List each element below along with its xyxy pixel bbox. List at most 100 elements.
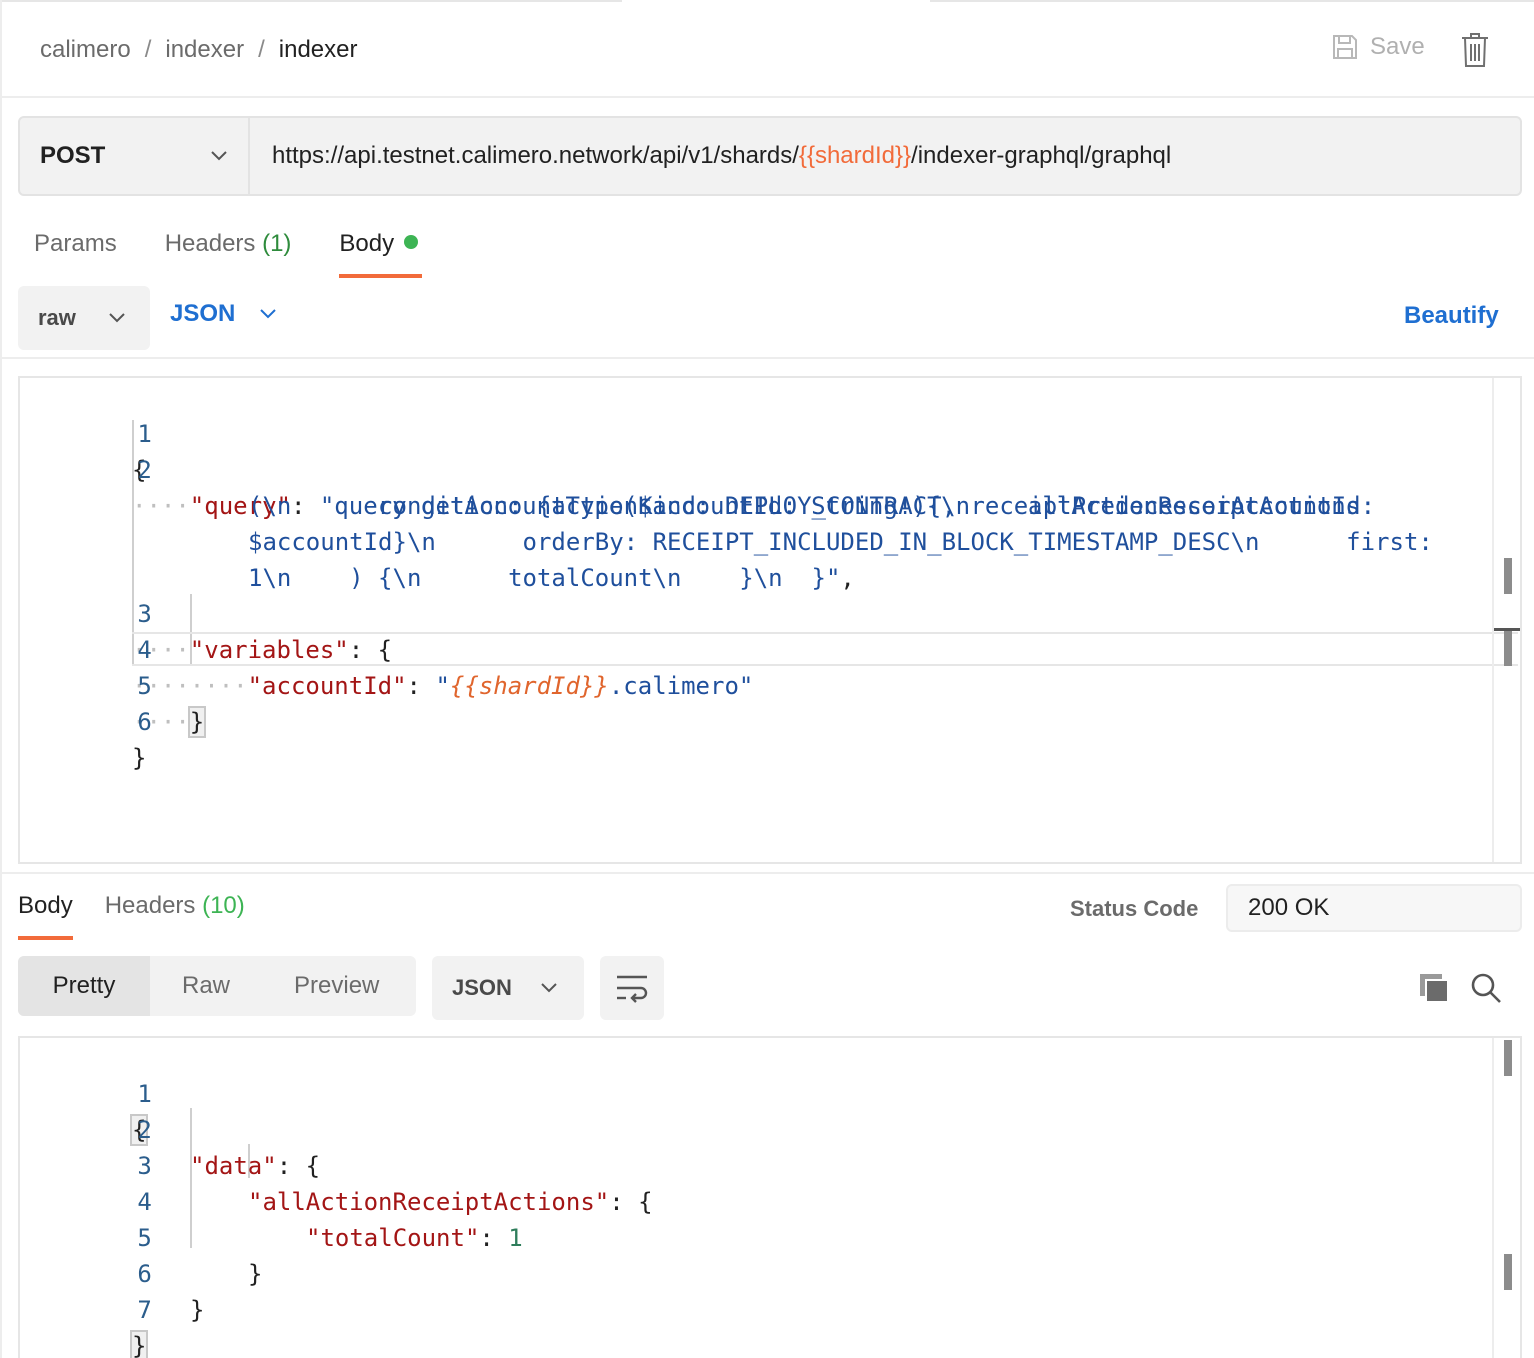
line-number: 6: [137, 1260, 152, 1288]
breadcrumb: calimero / indexer / indexer: [40, 36, 357, 64]
request-header: calimero / indexer / indexer Save: [2, 2, 1534, 98]
json-punct: : {: [609, 1188, 653, 1216]
url-variable: {{shardId}}: [798, 142, 912, 169]
body-mode-dropdown[interactable]: raw: [18, 286, 150, 350]
code-line: 1 {: [20, 380, 152, 484]
divider: [2, 357, 1534, 359]
json-string-wrap: 1\n ) {\n totalCount\n }\n }": [248, 564, 841, 592]
headers-count: (1): [262, 230, 292, 257]
line-number: 3: [137, 600, 152, 628]
matched-bracket: }: [187, 706, 207, 738]
editor-scrollbar-track[interactable]: [1492, 378, 1494, 862]
line-number: 1: [137, 420, 152, 448]
breadcrumb-separator: /: [144, 36, 152, 63]
body-mode-label: raw: [38, 305, 76, 330]
tab-headers-label: Headers: [164, 230, 256, 257]
code-line: 4 ········"accountId": "{{shardId}}.cali…: [20, 596, 753, 700]
tab-body[interactable]: Body: [339, 230, 422, 278]
url-input[interactable]: https://api.testnet.calimero.network/api…: [250, 118, 1520, 194]
search-icon[interactable]: [1470, 972, 1502, 1004]
response-tab-body[interactable]: Body: [18, 892, 73, 940]
breadcrumb-separator: /: [258, 36, 265, 63]
json-colon: :: [479, 1224, 509, 1252]
json-punct: : {: [276, 1152, 321, 1180]
json-string-quote: ": [435, 672, 450, 700]
line-number: 2: [137, 1116, 152, 1144]
beautify-button[interactable]: Beautify: [1404, 302, 1499, 330]
scrollbar-marker: [1504, 630, 1512, 666]
line-number: 5: [137, 672, 152, 700]
body-language-label: JSON: [170, 300, 236, 327]
code-text: "totalCount": 1: [306, 1220, 523, 1256]
wrap-lines-icon: [617, 975, 648, 1003]
json-string: .calimero": [608, 672, 754, 700]
matched-bracket: }: [129, 1330, 149, 1358]
json-comma: ,: [840, 564, 855, 592]
json-string-wrap: $accountId}\n orderBy: RECEIPT_INCLUDED_…: [248, 528, 1433, 556]
chevron-down-icon: [211, 151, 227, 161]
method-dropdown[interactable]: POST: [20, 118, 250, 194]
request-body-editor[interactable]: 1 { 2 ····"query": "query getAccountType…: [18, 376, 1522, 864]
code-line: 1 {: [20, 1040, 152, 1146]
left-border: [0, 0, 2, 1358]
url-bar: POST https://api.testnet.calimero.networ…: [18, 116, 1522, 196]
code-line-wrapped: $accountId}\n orderBy: RECEIPT_INCLUDED_…: [20, 488, 1433, 556]
response-view-mode: Pretty Raw Preview: [18, 956, 416, 1016]
response-format-dropdown[interactable]: JSON: [432, 956, 584, 1020]
code-line-wrapped: (\n condition: {actionKind: DEPLOY_CONTR…: [20, 452, 1375, 520]
scrollbar-thumb[interactable]: [1504, 558, 1512, 594]
line-number: 1: [137, 1080, 152, 1108]
code-text: ········"accountId": "{{shardId}}.calime…: [132, 672, 754, 700]
url-suffix: /indexer-graphql/graphql: [911, 142, 1172, 169]
request-tabs: Params Headers (1) Body: [34, 230, 422, 278]
breadcrumb-item-workspace[interactable]: calimero: [40, 36, 131, 64]
scrollbar-thumb[interactable]: [1504, 1040, 1512, 1076]
viewer-scrollbar-track[interactable]: [1492, 1038, 1494, 1358]
response-headers-count: (10): [202, 892, 245, 919]
method-label: POST: [40, 142, 106, 169]
tab-params[interactable]: Params: [34, 230, 117, 278]
tab-params-label: Params: [34, 230, 117, 257]
line-number: 7: [137, 1296, 152, 1324]
line-number: 6: [137, 708, 152, 736]
line-number: 3: [137, 1152, 152, 1180]
status-code-value: 200 OK: [1226, 884, 1522, 932]
save-label: Save: [1370, 33, 1425, 60]
view-raw[interactable]: Raw: [182, 956, 230, 1016]
code-text: }: [132, 744, 147, 772]
breadcrumb-current-request[interactable]: indexer: [279, 36, 358, 64]
line-number: 4: [137, 1188, 152, 1216]
body-language-dropdown[interactable]: JSON: [170, 300, 277, 328]
response-tab-headers-label: Headers: [104, 892, 196, 919]
cursor-position-marker: [1494, 628, 1520, 631]
code-line: 5 ····}: [20, 632, 207, 738]
code-text: ····"variables": {: [132, 636, 393, 664]
code-line: 4 "totalCount": 1: [20, 1148, 522, 1252]
code-line: 7 }: [20, 1256, 152, 1358]
code-text: }: [190, 1296, 205, 1324]
code-line: 3 "allActionReceiptActions": {: [20, 1112, 652, 1216]
tab-body-label: Body: [339, 230, 395, 257]
view-preview[interactable]: Preview: [294, 956, 379, 1016]
response-body-viewer[interactable]: 1 { 2 "data": { 3 "allActionReceiptActio…: [18, 1036, 1522, 1358]
json-number: 1: [508, 1224, 523, 1252]
trash-icon[interactable]: [1460, 32, 1490, 68]
json-key: "data": [190, 1152, 277, 1180]
line-number: 2: [137, 456, 152, 484]
view-pretty[interactable]: Pretty: [18, 956, 150, 1016]
save-button[interactable]: Save: [1330, 32, 1425, 62]
template-variable: {{shardId}}: [449, 672, 609, 700]
response-tabs: Body Headers (10): [18, 892, 245, 940]
code-text: "allActionReceiptActions": {: [248, 1184, 653, 1220]
wrap-lines-button[interactable]: [600, 956, 664, 1020]
code-line: 2 "data": {: [20, 1076, 320, 1180]
json-punct: : {: [348, 636, 393, 664]
save-icon: [1333, 35, 1357, 59]
breadcrumb-item-collection[interactable]: indexer: [165, 36, 244, 64]
response-format-label: JSON: [452, 975, 512, 1000]
code-line: 2 ····"query": "query getAccountType($ac…: [20, 416, 1360, 520]
response-tab-headers[interactable]: Headers (10): [105, 892, 245, 940]
status-code-label: Status Code: [1070, 896, 1199, 921]
tab-headers[interactable]: Headers (1): [165, 230, 292, 278]
copy-icon[interactable]: [1418, 972, 1450, 1004]
